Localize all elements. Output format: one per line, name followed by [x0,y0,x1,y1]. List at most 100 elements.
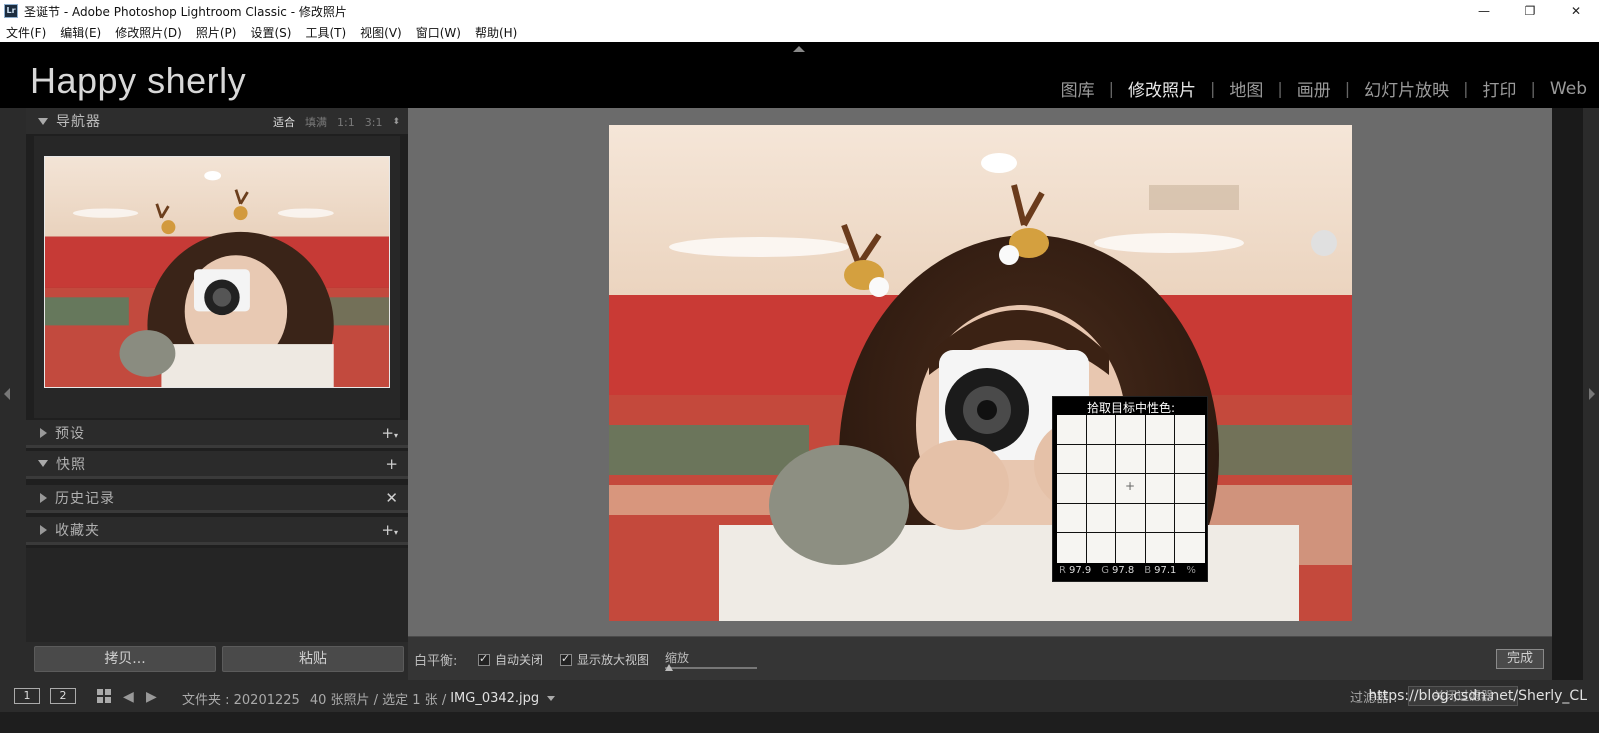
right-panel-toggle[interactable] [1583,108,1599,680]
identity-plate: Happy sherly [30,60,247,101]
menu-tools[interactable]: 工具(T) [305,24,346,41]
left-panel-toggle[interactable] [0,108,16,680]
checkbox-checked-icon [560,652,572,666]
module-web[interactable]: Web [1550,79,1587,99]
presets-title: 预设 [55,425,85,442]
plus-icon: + [381,521,394,539]
module-book[interactable]: 画册 [1297,76,1331,101]
menu-window[interactable]: 窗口(W) [416,24,461,41]
collections-title: 收藏夹 [55,522,100,539]
clear-history-button[interactable]: ✕ [385,489,398,507]
module-develop[interactable]: 修改照片 [1128,76,1196,101]
photo-count: 40 张照片 / 选定 1 张 / [309,693,447,708]
develop-toolbar: 白平衡: 自动关闭 显示放大视图 缩放 完成 [408,636,1552,680]
menu-view[interactable]: 视图(V) [360,24,402,41]
plus-icon: + [385,455,398,473]
navigator-preview [34,136,400,418]
auto-dismiss-checkbox[interactable]: 自动关闭 [478,651,543,668]
close-button[interactable]: ✕ [1553,0,1599,22]
module-separator: | [1209,79,1216,98]
lightroom-window: Lr 圣诞节 - Adobe Photoshop Lightroom Class… [0,0,1599,733]
triangle-right-icon [40,524,47,535]
main-photo-image [609,125,1352,621]
forward-arrow-icon[interactable]: ▶ [146,689,157,705]
triangle-right-icon [40,427,47,438]
chevron-down-icon[interactable] [547,696,556,701]
module-slideshow[interactable]: 幻灯片放映 [1364,76,1449,101]
zoom-updown-icon[interactable]: ⬍ [392,117,400,127]
loupe-rgb-readout: R 97.9 G 97.8 B 97.1 % [1059,565,1199,576]
checkbox-checked-icon [478,652,490,666]
zoom-3-1[interactable]: 3:1 [365,116,383,129]
menu-photo[interactable]: 照片(P) [196,24,237,41]
navigator-header[interactable]: 导航器 适合 填满 1:1 3:1 ⬍ [26,108,408,134]
lightroom-logo-icon: Lr [4,4,18,18]
filmstrip-source-info[interactable]: 文件夹 : 20201225 40 张照片 / 选定 1 张 / IMG_034… [182,689,556,708]
auto-dismiss-label: 自动关闭 [495,653,544,667]
triangle-left-icon [4,388,10,400]
grid-view-icon[interactable] [97,689,111,703]
main-photo[interactable] [609,125,1352,621]
snapshots-section[interactable]: 快照 + [26,451,408,479]
top-panel-toggle-icon[interactable] [793,46,805,52]
g-label: G [1101,565,1109,576]
r-value: 97.9 [1068,565,1092,576]
window-controls: — ❐ ✕ [1461,0,1599,22]
zoom-slider-handle[interactable] [665,664,673,671]
plus-icon: + [381,424,394,442]
show-loupe-checkbox[interactable]: 显示放大视图 [560,651,649,668]
menu-edit[interactable]: 编辑(E) [60,24,101,41]
secondary-display-button[interactable]: 2 [50,688,76,704]
neutral-picker-loupe: 拾取目标中性色: + R 97.9 G 97.8 B 97.1 % [1052,396,1208,582]
copy-button[interactable]: 拷贝... [34,646,216,672]
triangle-down-icon [38,460,48,467]
navigator-photo-image [45,157,389,387]
minimize-button[interactable]: — [1461,0,1507,22]
left-panel-empty-area [26,548,408,642]
done-button[interactable]: 完成 [1496,649,1544,669]
module-map[interactable]: 地图 [1229,76,1263,101]
identity-bar: Happy sherly 图库 | 修改照片 | 地图 | 画册 | 幻灯片放映… [0,42,1599,108]
primary-display-button[interactable]: 1 [14,688,40,704]
menu-develop[interactable]: 修改照片(D) [115,24,182,41]
main-work-area: 拾取目标中性色: + R 97.9 G 97.8 B 97.1 % [408,108,1552,636]
crosshair-icon: + [1125,479,1136,493]
menu-help[interactable]: 帮助(H) [475,24,517,41]
module-separator: | [1344,79,1351,98]
zoom-1-1[interactable]: 1:1 [337,116,355,129]
restore-button[interactable]: ❐ [1507,0,1553,22]
menu-file[interactable]: 文件(F) [6,24,46,41]
add-snapshot-button[interactable]: + [385,455,398,473]
history-title: 历史记录 [55,490,115,507]
loupe-title: 拾取目标中性色: [1086,401,1176,415]
module-separator: | [1108,79,1114,98]
module-library[interactable]: 图库 [1061,76,1095,101]
watermark-text: https://blog.csdn.net/Sherly_CL [1368,688,1587,704]
collections-section[interactable]: 收藏夹 +▾ [26,517,408,545]
add-collection-button[interactable]: +▾ [381,521,398,539]
current-filename: IMG_0342.jpg [450,691,540,706]
g-value: 97.8 [1111,565,1135,576]
zoom-fill[interactable]: 填满 [305,114,327,130]
zoom-fit[interactable]: 适合 [273,114,295,130]
module-separator: | [1277,79,1283,98]
module-print[interactable]: 打印 [1483,76,1517,101]
zoom-slider-track[interactable] [665,667,757,669]
module-separator: | [1530,79,1536,98]
add-preset-button[interactable]: +▾ [381,424,398,442]
caret-icon: ▾ [393,431,398,440]
back-arrow-icon[interactable]: ◀ [123,689,134,705]
history-section[interactable]: 历史记录 ✕ [26,485,408,513]
r-label: R [1059,565,1066,576]
navigator-zoom-options: 适合 填满 1:1 3:1 ⬍ [263,114,400,130]
white-balance-label: 白平衡: [414,654,458,669]
paste-button[interactable]: 粘贴 [222,646,404,672]
left-panel: 导航器 适合 填满 1:1 3:1 ⬍ 预设 +▾ 快照 + 历史记录 ✕ 收藏… [16,108,408,680]
navigator-title: 导航器 [56,114,101,130]
navigator-thumbnail[interactable] [44,156,390,388]
menu-settings[interactable]: 设置(S) [250,24,291,41]
triangle-right-icon [1589,388,1595,400]
module-separator: | [1463,79,1469,98]
presets-section[interactable]: 预设 +▾ [26,420,408,448]
b-value: 97.1 [1154,565,1177,576]
